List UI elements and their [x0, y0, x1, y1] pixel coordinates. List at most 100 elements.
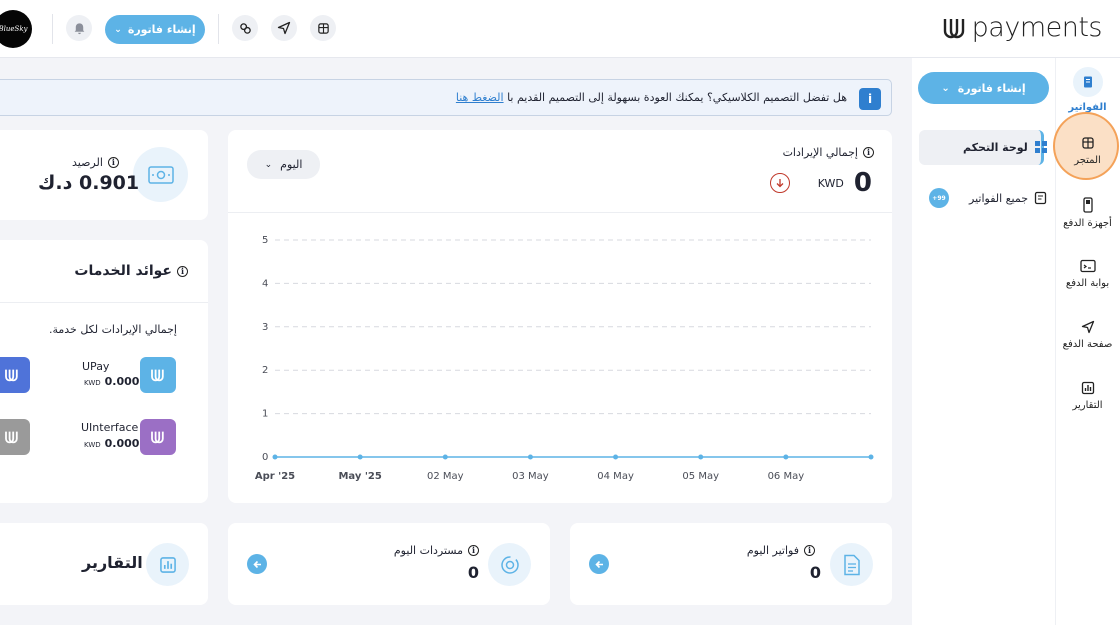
service-logo-tile — [0, 419, 30, 455]
report-icon — [1081, 381, 1094, 395]
banner-message: هل تفضل التصميم الكلاسيكي؟ يمكنك العودة … — [507, 91, 847, 104]
revenue-title: إجمالي الإيرادات i — [783, 146, 874, 159]
info-icon[interactable]: i — [177, 265, 188, 277]
create-invoice-label: إنشاء فاتورة — [127, 23, 196, 36]
notification-button[interactable] — [66, 15, 92, 41]
chevron-down-icon: ⌄ — [941, 82, 950, 94]
link-button[interactable] — [232, 15, 258, 41]
service-amount-row: KWD 0.000 — [84, 437, 140, 450]
service-amount-row: KWD 0.000 — [84, 375, 140, 388]
data-point — [442, 454, 448, 460]
rail-item-label: بوابة الدفع — [1065, 278, 1110, 289]
service-logo-tile — [0, 357, 30, 393]
x-tick-label: 02 May — [427, 471, 464, 482]
info-icon: i — [859, 88, 881, 110]
data-point — [698, 454, 704, 460]
today-refunds-value: 0 — [467, 563, 479, 582]
sidebar-create-invoice-button[interactable]: ⌄ إنشاء فاتورة — [918, 72, 1049, 104]
store-icon — [317, 22, 329, 34]
subnav-item-all-invoices[interactable]: +99 جميع الفواتير — [929, 188, 1047, 208]
subnav-item-dashboard[interactable]: لوحة التحكم — [963, 140, 1048, 154]
y-tick-label: 5 — [262, 235, 268, 246]
switch-design-link[interactable]: الضغط هنا — [456, 91, 504, 104]
classic-design-banner: i هل تفضل التصميم الكلاسيكي؟ يمكنك العود… — [0, 79, 892, 116]
data-point — [357, 454, 363, 460]
bell-icon — [74, 22, 84, 34]
x-tick-label: 06 May — [768, 471, 805, 482]
balance-card: الرصيد i 0.901 د.ك — [0, 130, 208, 220]
arrow-down-icon — [769, 173, 790, 193]
gateway-icon — [1079, 259, 1096, 273]
arrow-left-button[interactable] — [247, 554, 267, 574]
balance-value: 0.901 د.ك — [38, 172, 140, 194]
y-tick-label: 2 — [262, 365, 268, 376]
revenue-card: إجمالي الإيرادات i KWD 0 ⌄ اليوم 0 1 2 3 4 5 A… — [228, 130, 892, 503]
u-logo-icon — [5, 369, 18, 382]
rail-item-reports[interactable]: التقارير — [1055, 381, 1120, 411]
services-title: عوائد الخدمات i — [74, 263, 188, 279]
u-logo-icon — [151, 369, 164, 382]
arrow-left-button[interactable] — [589, 554, 609, 574]
dashboard-icon — [1034, 141, 1047, 153]
reports-card[interactable]: التقارير — [0, 523, 208, 605]
rail-item-invoices[interactable]: الفواتير — [1055, 67, 1120, 113]
u-logo-icon — [151, 431, 164, 444]
u-logo-icon — [5, 431, 18, 444]
send-button[interactable] — [271, 15, 297, 41]
revenue-currency: KWD — [817, 176, 844, 190]
today-refunds-card[interactable]: مستردات اليوم i 0 — [228, 523, 550, 605]
arrow-left-icon — [252, 560, 261, 568]
service-name: UInterface — [81, 421, 139, 434]
x-tick-label: 04 May — [597, 471, 634, 482]
uinterface-logo-tile — [140, 419, 176, 455]
info-icon[interactable]: i — [804, 545, 815, 556]
today-invoices-title: فواتير اليوم i — [747, 544, 815, 557]
avatar[interactable]: BlueSky — [0, 10, 32, 48]
revenue-line-chart: 0 1 2 3 4 5 Apr '25 May '25 02 May 03 May 04 May 05… — [255, 235, 874, 482]
revenue-value: 0 — [853, 168, 872, 198]
divider — [0, 302, 208, 303]
data-point — [613, 454, 619, 460]
info-icon[interactable]: i — [468, 545, 479, 556]
data-point — [783, 454, 789, 460]
x-tick-label: May '25 — [338, 471, 381, 482]
period-dropdown[interactable]: ⌄ اليوم — [247, 150, 320, 179]
x-tick-label: 03 May — [512, 471, 549, 482]
send-icon — [1081, 320, 1094, 334]
info-icon[interactable]: i — [863, 147, 874, 158]
data-point — [272, 454, 278, 460]
brand-logo[interactable]: payments — [940, 12, 1103, 43]
rail-item-gateway[interactable]: بوابة الدفع — [1055, 259, 1120, 289]
create-invoice-label: إنشاء فاتورة — [957, 81, 1026, 95]
y-tick-label: 0 — [262, 452, 268, 463]
rail-item-label: المتجر — [1074, 155, 1101, 166]
divider — [52, 14, 53, 44]
cash-icon — [133, 147, 188, 202]
rail-item-pos-devices[interactable]: أجهزة الدفع — [1055, 197, 1120, 229]
today-invoices-card[interactable]: فواتير اليوم i 0 — [570, 523, 892, 605]
period-label: اليوم — [280, 158, 303, 171]
create-invoice-button[interactable]: ⌄ إنشاء فاتورة — [105, 15, 205, 44]
rail-item-payment-page[interactable]: صفحة الدفع — [1055, 320, 1120, 350]
avatar-text: BlueSky — [0, 25, 28, 33]
rail-item-label: التقارير — [1072, 400, 1103, 411]
arrow-left-icon — [594, 560, 603, 568]
invoice-icon — [1072, 67, 1103, 97]
service-name: UPay — [82, 360, 110, 373]
rail-item-label: أجهزة الدفع — [1063, 218, 1112, 229]
link-icon — [239, 22, 251, 34]
info-icon[interactable]: i — [107, 157, 119, 168]
data-point — [527, 454, 533, 460]
u-logo-icon — [943, 18, 964, 38]
store-button[interactable] — [310, 15, 336, 41]
today-invoices-value: 0 — [809, 563, 821, 582]
refund-icon — [488, 543, 531, 586]
invoices-list-icon — [1034, 191, 1047, 205]
y-tick-label: 3 — [262, 322, 268, 333]
rail-item-label: صفحة الدفع — [1062, 339, 1113, 350]
rail-item-store[interactable]: المتجر — [1055, 136, 1120, 166]
pos-device-icon — [1082, 197, 1093, 213]
document-icon — [830, 543, 873, 586]
count-badge: +99 — [929, 188, 949, 208]
send-icon — [277, 21, 291, 35]
